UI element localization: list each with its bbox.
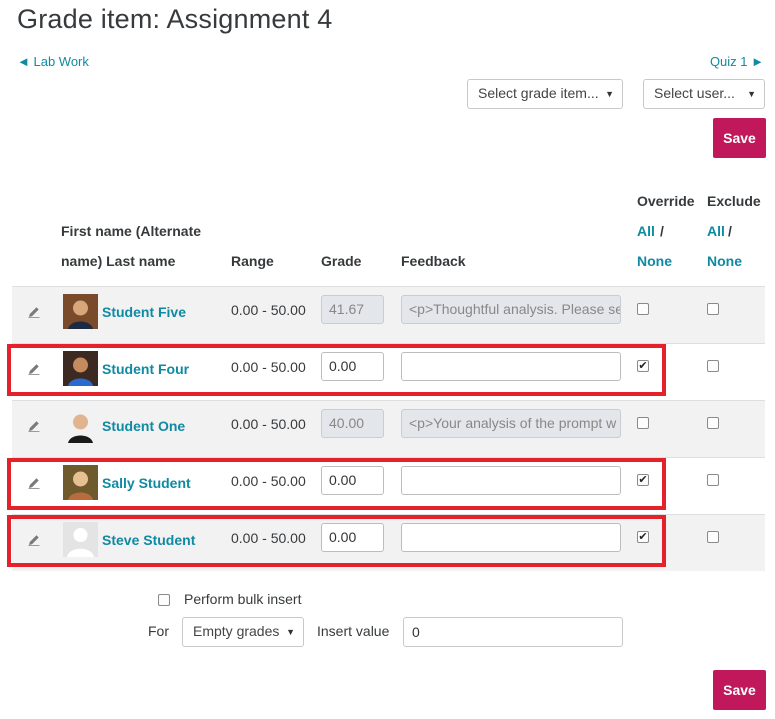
select-user[interactable]: Select user... ▼	[643, 79, 765, 109]
override-all-link[interactable]: All	[637, 223, 655, 239]
col-header-exclude: Exclude	[707, 193, 761, 209]
student-name-link[interactable]: Student Five	[102, 304, 186, 320]
highlight-box	[7, 344, 666, 396]
avatar-icon	[63, 408, 98, 443]
bulk-insert-label: Perform bulk insert	[184, 591, 302, 607]
override-slash: /	[660, 223, 664, 239]
range-value: 0.00 - 50.00	[231, 416, 306, 432]
exclude-slash: /	[728, 223, 732, 239]
range-value: 0.00 - 50.00	[231, 302, 306, 318]
for-select[interactable]: Empty grades ▼	[182, 617, 304, 647]
for-label: For	[148, 623, 169, 639]
col-header-name-line2: name) Last name	[61, 253, 176, 269]
exclude-all-link[interactable]: All	[707, 223, 725, 239]
grade-input: 41.67	[321, 295, 384, 324]
col-header-feedback: Feedback	[401, 253, 466, 269]
insert-value-input[interactable]: 0	[403, 617, 623, 647]
select-user-label: Select user...	[654, 85, 735, 101]
exclude-checkbox[interactable]	[707, 303, 719, 315]
chevron-down-icon: ▼	[605, 89, 614, 99]
select-grade-item-label: Select grade item...	[478, 85, 599, 101]
table-row: Student Five 0.00 - 50.00 41.67 <p>Thoughtf…	[12, 286, 765, 343]
avatar-icon	[63, 294, 98, 329]
highlight-box	[7, 458, 666, 510]
student-name-link[interactable]: Student One	[102, 418, 185, 434]
exclude-checkbox[interactable]	[707, 531, 719, 543]
col-header-grade: Grade	[321, 253, 362, 269]
col-header-override: Override	[637, 193, 695, 209]
feedback-input: <p>Your analysis of the prompt w	[401, 409, 621, 438]
override-checkbox[interactable]	[637, 417, 649, 429]
page-title: Grade item: Assignment 4	[17, 4, 333, 34]
select-grade-item[interactable]: Select grade item... ▼	[467, 79, 623, 109]
highlight-box	[7, 515, 666, 567]
exclude-checkbox[interactable]	[707, 474, 719, 486]
grade-input: 40.00	[321, 409, 384, 438]
override-checkbox[interactable]	[637, 303, 649, 315]
chevron-down-icon: ▼	[286, 627, 295, 637]
pencil-icon[interactable]	[27, 419, 41, 433]
feedback-input: <p>Thoughtful analysis. Please se	[401, 295, 621, 324]
exclude-checkbox[interactable]	[707, 417, 719, 429]
save-button-bottom[interactable]: Save	[713, 670, 766, 710]
exclude-checkbox[interactable]	[707, 360, 719, 372]
col-header-name-line1: First name (Alternate	[61, 223, 202, 239]
table-row: Student One 0.00 - 50.00 40.00 <p>Your anal…	[12, 400, 765, 457]
exclude-none-link[interactable]: None	[707, 253, 742, 269]
pencil-icon[interactable]	[27, 305, 41, 319]
next-item-link[interactable]: Quiz 1 ►	[710, 54, 764, 69]
override-none-link[interactable]: None	[637, 253, 672, 269]
prev-item-link[interactable]: ◄ Lab Work	[17, 54, 89, 69]
bulk-insert-checkbox[interactable]	[158, 594, 170, 606]
col-header-range: Range	[231, 253, 274, 269]
chevron-down-icon: ▼	[747, 89, 756, 99]
insert-value-label: Insert value	[317, 623, 390, 639]
save-button-top[interactable]: Save	[713, 118, 766, 158]
for-select-label: Empty grades	[193, 623, 280, 639]
